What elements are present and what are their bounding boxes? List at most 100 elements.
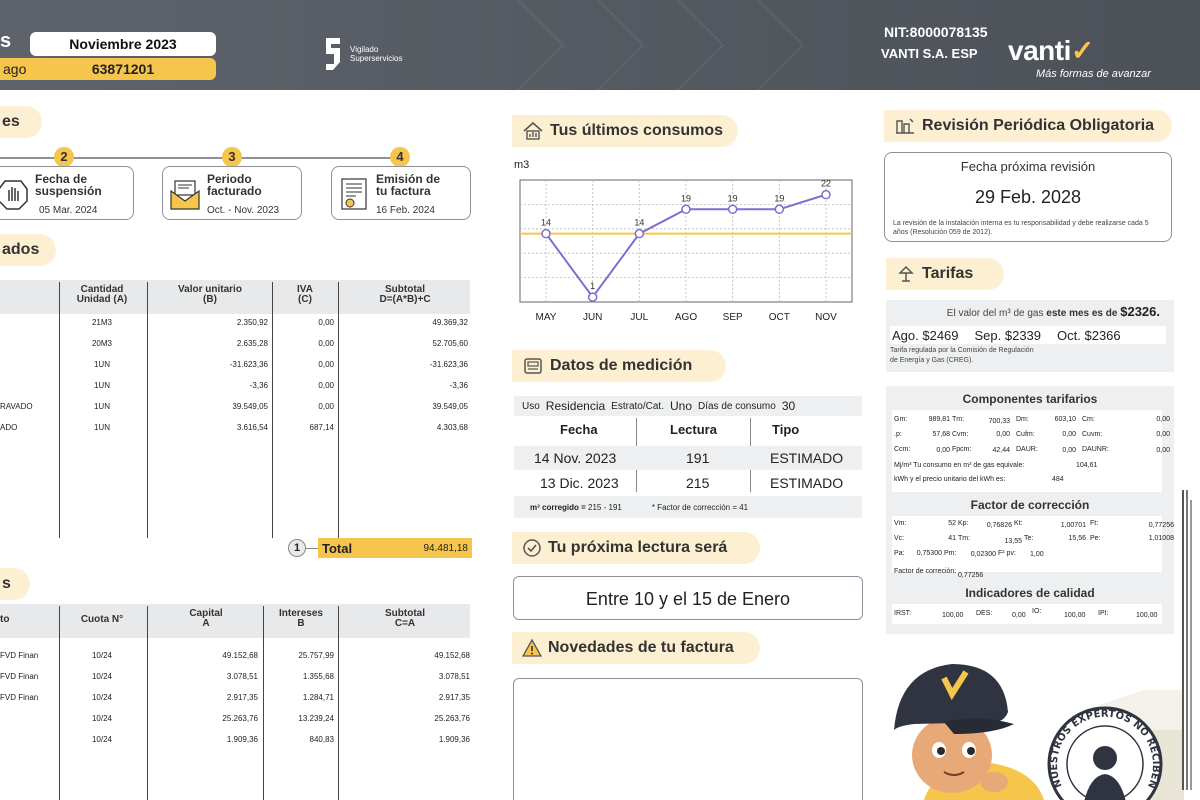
column-header: Lectura: [670, 422, 717, 437]
section-title: s: [2, 575, 11, 592]
data-label: 14: [634, 218, 644, 228]
billing-period: Noviembre 2023: [30, 32, 216, 56]
column-header: to: [0, 614, 10, 625]
row-unit-value: 2.350,92: [236, 318, 268, 327]
section-title: ados: [2, 241, 40, 258]
row-iva: 0,00: [318, 402, 334, 411]
row-quantity: 1UN: [93, 423, 110, 432]
x-tick-label: AGO: [675, 312, 697, 323]
section-tag-financiaciones: s: [0, 568, 30, 600]
issue-date: 16 Feb. 2024: [376, 205, 435, 216]
meter-icon: [524, 358, 542, 374]
days-label: Días de consumo: [698, 400, 776, 412]
data-label: 19: [728, 193, 738, 203]
days-value: 30: [781, 399, 796, 413]
row-subtotal: 39.549,05: [432, 402, 468, 411]
total-label: Total: [322, 540, 353, 556]
tariff-previous: Sep. $2339: [974, 327, 1042, 343]
superservicios-icon: [326, 38, 340, 70]
step-title: suspensión: [35, 184, 102, 198]
section-title: Tus últimos consumos: [550, 122, 724, 139]
row-interest: 1.284,71: [302, 693, 334, 702]
row-subtotal: 3.078,51: [438, 672, 470, 681]
row-unit-value: -31.623,36: [229, 360, 268, 369]
tariff-intro: El valor del m³ de gas: [946, 308, 1044, 319]
no-money-stamp: NUESTROS EXPERTOS NO RECIBEN DINERO: [1040, 692, 1163, 800]
table-divider: [59, 606, 60, 800]
row-unit-value: -3,36: [249, 381, 268, 390]
column-header: Cantidad Unidad (A): [76, 284, 128, 305]
table-divider: [263, 606, 264, 800]
section-tag-proxima-lectura: Tu próxima lectura será: [512, 532, 760, 564]
data-point: [821, 189, 831, 200]
row-capital: 25.263,76: [222, 714, 258, 723]
tarifas-box: El valor del m³ de gas este mes es de $2…: [886, 300, 1174, 372]
row-subtotal: 49.369,32: [432, 318, 468, 327]
hand-stop-icon: [0, 180, 28, 210]
data-point: [727, 204, 738, 215]
row-subtotal: 25.263,76: [434, 714, 470, 723]
column-header: Subtotal D=(A*B)+C: [379, 284, 431, 305]
row-subtotal: 52.705,60: [432, 339, 468, 348]
section-title: Datos de medición: [550, 357, 693, 374]
superservicios-text: Superservicios: [350, 54, 403, 63]
row-interest: 25.757,99: [298, 651, 334, 660]
x-tick-label: SEP: [723, 312, 743, 323]
section-title: Novedades de tu factura: [548, 639, 734, 656]
data-label: 14: [541, 218, 551, 228]
measurement-meta: Uso Residencia Estrato/Cat. Uno Días de …: [514, 396, 862, 416]
vigilado-text: Vigilado: [350, 45, 379, 54]
step-number: 4: [390, 147, 410, 167]
step-suspension-date: Fecha de suspensión 05 Mar. 2024: [0, 166, 134, 220]
section-title: Tarifas: [922, 265, 974, 282]
column-header: Subtotal C=A: [385, 608, 425, 629]
quality-title: Indicadores de calidad: [965, 586, 1095, 600]
total-bar: Total 94.481,18: [318, 538, 472, 558]
vigilado-superservicios-logo: Vigilado Superservicios: [322, 36, 402, 72]
invoice-icon: [341, 178, 367, 210]
reading-date: 14 Nov. 2023: [534, 450, 617, 466]
row-installment: 10/24: [91, 693, 113, 702]
novedades-box: [513, 678, 863, 800]
envelope-icon: [170, 180, 200, 210]
current-tariff: El valor del m³ de gas este mes es de $2…: [947, 304, 1160, 319]
row-unit-value: 2.635,28: [236, 339, 268, 348]
tariff-intro-bold: este mes es de: [1046, 308, 1118, 319]
header-cut-label: s: [0, 30, 12, 52]
consumption-chart: m3 14 1 14 19 19 19 22 MAY JUN JUL AGO SEP OCT NOV: [512, 150, 862, 330]
stratum-value: Uno: [669, 399, 692, 413]
row-capital: 49.152,68: [222, 651, 258, 660]
tariff-previous: Ago. $2469: [892, 327, 959, 343]
step-number: 2: [54, 147, 74, 167]
x-tick-label: MAY: [536, 312, 557, 323]
row-subtotal: 4.303,68: [436, 423, 468, 432]
table-divider: [147, 606, 148, 800]
row-subtotal: -31.623,36: [429, 360, 468, 369]
table-divider: [147, 282, 148, 538]
consumption-chart-svg: m3 14 1 14 19 19 19 22 MAY JUN JUL AGO SEP OCT NOV: [514, 159, 853, 323]
lamp-icon: [898, 265, 914, 282]
section-tag-fechas: es: [0, 106, 42, 138]
warning-icon: [522, 638, 542, 657]
x-tick-label: JUN: [583, 312, 602, 323]
row-subtotal: 1.909,36: [438, 735, 470, 744]
row-installment: 10/24: [91, 714, 113, 723]
table-row: 14 Nov. 2023 191 ESTIMADO: [514, 446, 862, 470]
data-point: [681, 204, 691, 215]
reading-date: 13 Dic. 2023: [540, 475, 619, 491]
row-interest: 1.355,68: [302, 672, 334, 681]
row-interest: 13.239,24: [298, 714, 334, 723]
factor-title: Factor de corrección: [970, 498, 1090, 512]
vanti-logo: vanti✓: [1008, 34, 1094, 67]
step-title: facturado: [207, 184, 262, 198]
row-iva: 0,00: [318, 318, 334, 327]
section-tag-revision: Revisión Periódica Obligatoria: [884, 110, 1172, 142]
table-row: 13 Dic. 2023 215 ESTIMADO: [514, 471, 862, 495]
usage-label: Uso: [522, 400, 540, 412]
row-installment: 10/24: [91, 672, 113, 681]
column-header: IVA (C): [297, 284, 313, 305]
revision-box: Fecha próxima revisión 29 Feb. 2028 La r…: [884, 152, 1172, 242]
row-description: ADO: [0, 423, 18, 432]
components-title: Componentes tarifarios: [962, 392, 1098, 406]
row-capital: 3.078,51: [226, 672, 258, 681]
